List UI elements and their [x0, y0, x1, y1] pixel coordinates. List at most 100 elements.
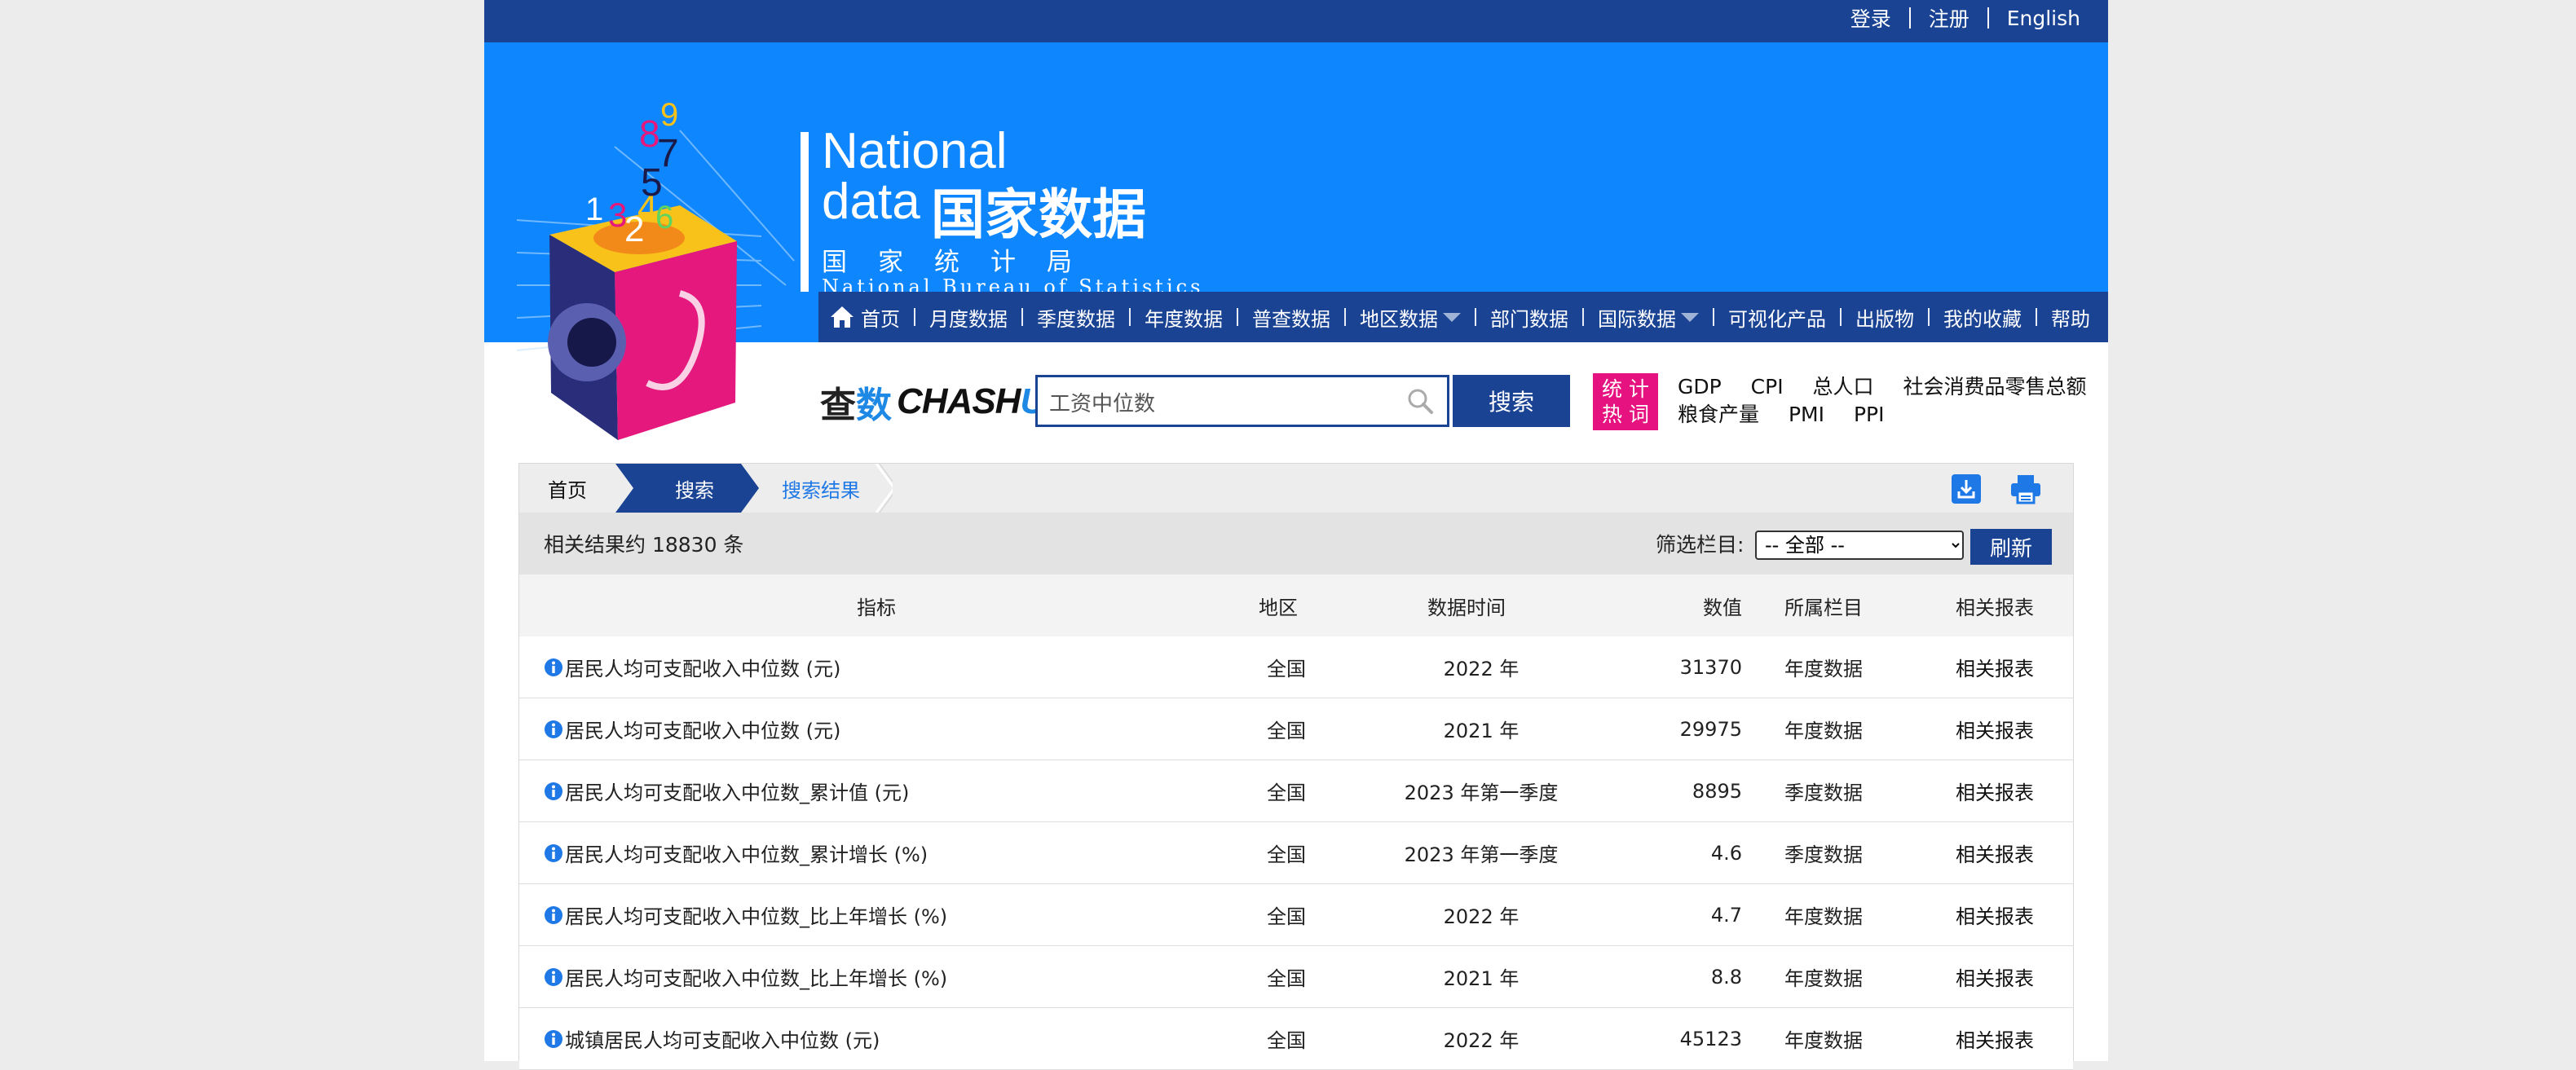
cell-value: 8.8 [1661, 946, 1742, 1007]
search-icon[interactable] [1406, 387, 1434, 415]
cell-time: 2021 年 [1383, 698, 1579, 760]
nav-divider [1237, 308, 1238, 326]
related-report-link[interactable]: 相关报表 [1956, 900, 2034, 929]
cell-time: 2022 年 [1383, 636, 1579, 698]
nav-label: 国际数据 [1598, 307, 1676, 331]
nav-item-4[interactable]: 普查数据 [1252, 303, 1330, 332]
cell-indicator[interactable]: 居民人均可支配收入中位数 (元) [519, 698, 1233, 760]
info-icon[interactable] [544, 658, 563, 677]
table-row: 居民人均可支配收入中位数_累计值 (元) 全国 2023 年第一季度 8895 季度数据… [519, 760, 2073, 822]
chashu-logo-en-a: CHASH [897, 381, 1021, 421]
cell-column: 年度数据 [1750, 946, 1897, 1007]
hot-word-cpi[interactable]: CPI [1751, 375, 1784, 398]
header-indicator: 指标 [857, 596, 896, 619]
column-text: 年度数据 [1784, 967, 1863, 990]
top-links: 登录 注册 English [1850, 0, 2080, 36]
breadcrumb-search[interactable]: 搜索 [633, 464, 756, 513]
cell-report[interactable]: 相关报表 [1938, 884, 2052, 945]
download-icon[interactable] [1951, 473, 1982, 504]
related-report-link[interactable]: 相关报表 [1956, 777, 2034, 805]
related-report-link[interactable]: 相关报表 [1956, 962, 2034, 991]
english-link[interactable]: English [2007, 7, 2080, 30]
breadcrumb-results[interactable]: 搜索结果 [756, 464, 886, 513]
search-input[interactable] [1048, 377, 1409, 426]
cell-report[interactable]: 相关报表 [1938, 698, 2052, 760]
nav-divider [1713, 308, 1714, 326]
nav-item-3[interactable]: 年度数据 [1145, 303, 1223, 332]
cell-region: 全国 [1250, 698, 1323, 760]
cell-value: 29975 [1661, 698, 1742, 760]
hot-word-gdp[interactable]: GDP [1678, 375, 1722, 398]
info-icon[interactable] [544, 720, 563, 739]
hot-badge-line1: 统 计 [1602, 377, 1649, 401]
hot-word-retail-sales[interactable]: 社会消费品零售总额 [1903, 375, 2086, 398]
chevron-down-icon [1443, 312, 1461, 322]
related-report-link[interactable]: 相关报表 [1956, 1024, 2034, 1053]
cell-indicator[interactable]: 城镇居民人均可支配收入中位数 (元) [519, 1008, 1233, 1069]
nav-item-8[interactable]: 可视化产品 [1728, 303, 1826, 332]
value-text: 8895 [1692, 779, 1742, 803]
hot-word-pmi[interactable]: PMI [1789, 403, 1824, 426]
time-text: 2023 年第一季度 [1404, 843, 1559, 866]
cell-indicator[interactable]: 居民人均可支配收入中位数_累计增长 (%) [519, 822, 1233, 883]
nav-item-7[interactable]: 国际数据 [1598, 303, 1699, 332]
related-report-link[interactable]: 相关报表 [1956, 839, 2034, 867]
filter-select[interactable]: -- 全部 -- [1755, 531, 1964, 560]
svg-text:8: 8 [639, 112, 660, 155]
bureau-name-cn: 国家统计局 [822, 248, 1103, 277]
cell-indicator[interactable]: 居民人均可支配收入中位数_比上年增长 (%) [519, 884, 1233, 945]
nav-item-1[interactable]: 月度数据 [929, 303, 1008, 332]
indicator-text: 城镇居民人均可支配收入中位数 (元) [565, 1029, 880, 1052]
related-report-link[interactable]: 相关报表 [1956, 715, 2034, 743]
nav-item-0[interactable]: 首页 [830, 303, 900, 332]
nav-label: 月度数据 [929, 307, 1008, 331]
cell-report[interactable]: 相关报表 [1938, 1008, 2052, 1069]
nav-item-10[interactable]: 我的收藏 [1943, 303, 2022, 332]
cell-time: 2021 年 [1383, 946, 1579, 1007]
cell-column: 年度数据 [1750, 698, 1897, 760]
info-icon[interactable] [544, 1029, 563, 1049]
cell-report[interactable]: 相关报表 [1938, 946, 2052, 1007]
divider [1987, 7, 1989, 29]
hot-words-row: 粮食产量 PMI PPI [1678, 401, 2102, 429]
table-row: 居民人均可支配收入中位数 (元) 全国 2022 年 31370 年度数据 相关报表 [519, 636, 2073, 698]
related-report-link[interactable]: 相关报表 [1956, 653, 2034, 681]
cell-indicator[interactable]: 居民人均可支配收入中位数 (元) [519, 636, 1233, 698]
hot-word-grain-output[interactable]: 粮食产量 [1678, 403, 1759, 426]
refresh-button[interactable]: 刷新 [1970, 529, 2052, 565]
nav-label: 普查数据 [1252, 307, 1330, 331]
column-text: 年度数据 [1784, 905, 1863, 928]
region-text: 全国 [1267, 967, 1306, 990]
info-icon[interactable] [544, 905, 563, 925]
cell-report[interactable]: 相关报表 [1938, 822, 2052, 883]
nav-item-5[interactable]: 地区数据 [1360, 303, 1461, 332]
cell-report[interactable]: 相关报表 [1938, 760, 2052, 821]
time-text: 2022 年 [1443, 905, 1520, 928]
info-icon[interactable] [544, 782, 563, 801]
nav-item-9[interactable]: 出版物 [1855, 303, 1914, 332]
cell-indicator[interactable]: 居民人均可支配收入中位数_比上年增长 (%) [519, 946, 1233, 1007]
info-icon[interactable] [544, 843, 563, 863]
results-panel: 首页 搜索 搜索结果 相关结果约 18830 条 筛选栏目: -- 全部 -- … [518, 463, 2074, 1070]
hot-word-ppi[interactable]: PPI [1854, 403, 1885, 426]
nav-divider [1928, 308, 1930, 326]
table-body: 居民人均可支配收入中位数 (元) 全国 2022 年 31370 年度数据 相关报表 居民人… [519, 636, 2073, 1070]
cell-value: 31370 [1661, 636, 1742, 698]
print-icon[interactable] [2009, 473, 2042, 504]
nav-divider [1840, 308, 1842, 326]
login-link[interactable]: 登录 [1850, 3, 1891, 33]
nav-item-6[interactable]: 部门数据 [1490, 303, 1568, 332]
cell-indicator[interactable]: 居民人均可支配收入中位数_累计值 (元) [519, 760, 1233, 821]
breadcrumb-home[interactable]: 首页 [519, 464, 615, 513]
table-row: 居民人均可支配收入中位数_比上年增长 (%) 全国 2022 年 4.7 年度数据 相关报… [519, 884, 2073, 946]
hot-word-population[interactable]: 总人口 [1813, 375, 1874, 398]
search-button[interactable]: 搜索 [1453, 375, 1570, 427]
divider [1908, 7, 1911, 29]
nav-item-2[interactable]: 季度数据 [1037, 303, 1115, 332]
cell-report[interactable]: 相关报表 [1938, 636, 2052, 698]
table-row: 居民人均可支配收入中位数_累计增长 (%) 全国 2023 年第一季度 4.6 季度数据… [519, 822, 2073, 884]
chevron-down-icon [1681, 312, 1699, 322]
nav-item-11[interactable]: 帮助 [2051, 303, 2090, 332]
info-icon[interactable] [544, 967, 563, 987]
register-link[interactable]: 注册 [1929, 3, 1969, 33]
